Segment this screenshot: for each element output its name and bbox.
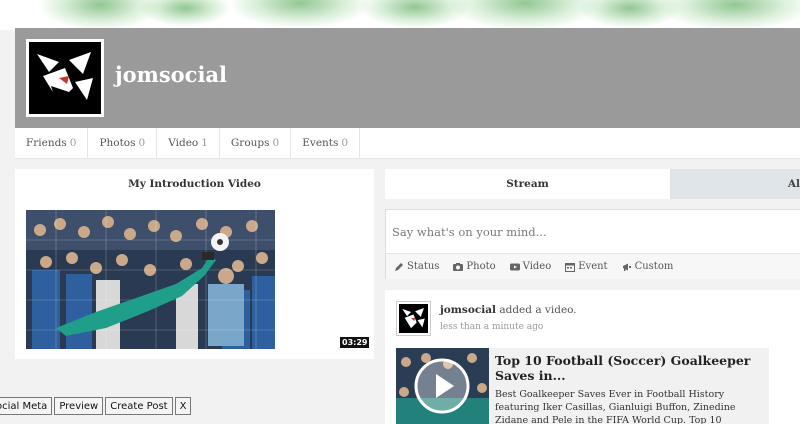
status-input[interactable] [386,210,800,254]
photo-label: Photo [466,261,496,272]
nav-count: 0 [69,137,77,149]
nav-count: 0 [341,137,349,149]
social-meta-button[interactable]: ocial Meta [0,397,53,415]
stream-tabs: Stream Al [385,169,800,199]
event-action-button[interactable]: Event [565,261,608,272]
profile-nav: Friends 0 Photos 0 Video 1 Groups 0 Even… [15,127,800,159]
create-post-button[interactable]: Create Post [105,397,173,415]
nav-video[interactable]: Video 1 [157,127,220,159]
profile-cover: jomsocial [15,28,800,128]
post-timestamp[interactable]: less than a minute ago [440,322,543,332]
top-decoration-banner [0,0,800,30]
post-action-text: added a video. [499,304,577,316]
nav-friends[interactable]: Friends 0 [15,127,89,159]
status-label: Status [407,261,440,272]
video-attachment: Top 10 Football (Soccer) Goalkeeper Save… [396,348,769,424]
wolf-logo-icon [399,304,428,333]
nav-groups[interactable]: Groups 0 [220,127,292,159]
nav-label: Events [302,137,339,149]
custom-label: Custom [634,261,674,272]
attachment-description: Best Goalkeeper Saves Ever in Football H… [495,389,736,424]
post-headline: jomsocial added a video. [440,304,577,316]
post-composer: Status Photo Video Event Custom [385,209,800,279]
intro-video-card: My Introduction Video 03:29 [15,169,374,359]
post-author-link[interactable]: jomsocial [440,304,496,316]
nav-label: Friends [26,137,67,149]
tab-all[interactable]: Al [670,169,800,199]
bullhorn-icon [622,262,632,272]
post-author-avatar[interactable] [396,301,431,336]
profile-name[interactable]: jomsocial [115,62,227,87]
goalkeeper-image [26,210,275,349]
photo-action-button[interactable]: Photo [453,261,496,272]
profile-avatar[interactable] [26,39,104,117]
stream-item: jomsocial added a video. less than a min… [385,290,800,424]
video-action-button[interactable]: Video [509,261,552,272]
calendar-icon [565,262,576,272]
nav-photos[interactable]: Photos 0 [88,127,158,159]
custom-action-button[interactable]: Custom [622,261,674,272]
composer-actions: Status Photo Video Event Custom [386,254,800,279]
attachment-title[interactable]: Top 10 Football (Soccer) Goalkeeper Save… [495,353,765,383]
status-action-button[interactable]: Status [394,261,439,272]
wolf-logo-icon [29,42,101,114]
nav-label: Groups [230,137,270,149]
preview-button[interactable]: Preview [54,397,104,415]
intro-video-thumbnail[interactable] [26,210,275,349]
close-button[interactable]: X [174,397,192,415]
camera-icon [453,262,464,272]
nav-count: 0 [272,137,280,149]
event-label: Event [578,261,608,272]
nav-count: 0 [138,137,146,149]
bottom-toolbar: ocial Meta Preview Create Post X [0,397,192,415]
attachment-thumbnail[interactable] [396,348,489,424]
nav-count: 1 [201,137,208,149]
video-duration-badge: 03:29 [340,337,370,348]
tab-stream[interactable]: Stream [385,169,670,199]
video-label: Video [522,261,552,272]
nav-events[interactable]: Events 0 [291,127,361,159]
pencil-icon [394,262,404,272]
video-icon [509,262,520,272]
nav-label: Photos [99,137,136,149]
intro-video-title: My Introduction Video [128,178,261,190]
nav-label: Video [168,137,199,149]
